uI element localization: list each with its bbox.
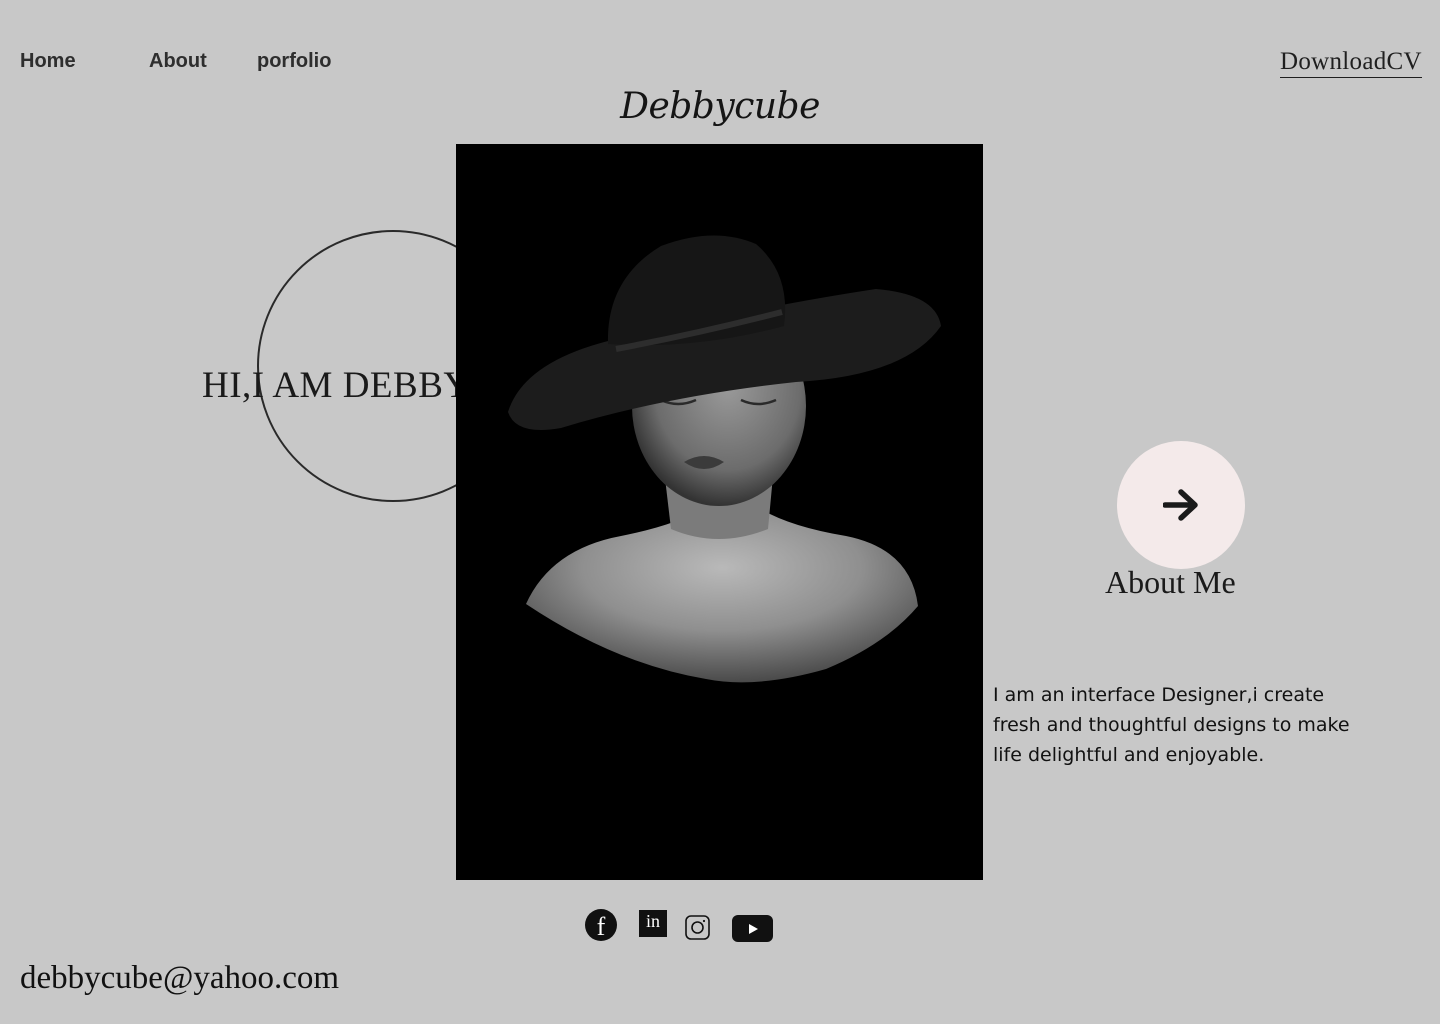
nav-about-link[interactable]: About — [149, 50, 207, 73]
instagram-icon[interactable] — [685, 915, 710, 940]
portrait-image — [456, 144, 983, 880]
brand-logo: Debbycube — [620, 86, 820, 127]
about-arrow-button[interactable] — [1117, 441, 1245, 569]
facebook-icon[interactable]: f — [585, 909, 617, 941]
contact-email[interactable]: debbycube@yahoo.com — [20, 960, 339, 997]
instagram-glyph — [685, 915, 710, 940]
about-bio-text: I am an interface Designer,i create fres… — [993, 684, 1350, 766]
nav-portfolio-link[interactable]: porfolio — [257, 50, 331, 73]
youtube-icon[interactable] — [732, 915, 773, 942]
arrow-right-icon — [1163, 489, 1198, 521]
linkedin-icon[interactable]: in — [639, 910, 667, 937]
about-me-title: About Me — [1105, 564, 1236, 600]
nav-home-link[interactable]: Home — [20, 50, 76, 73]
linkedin-glyph: in — [645, 910, 660, 931]
facebook-glyph: f — [596, 912, 606, 941]
download-cv-link[interactable]: DownloadCV — [1280, 48, 1422, 78]
play-glyph — [748, 923, 758, 934]
